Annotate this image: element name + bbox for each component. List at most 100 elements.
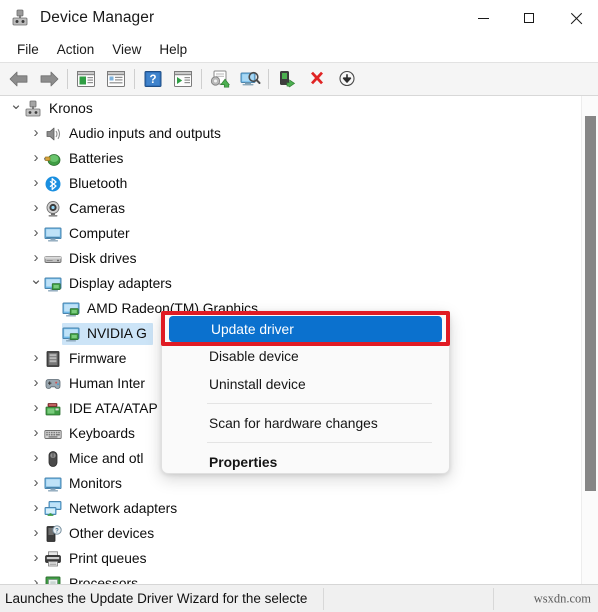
ctx-uninstall-device[interactable]: Uninstall device	[167, 370, 444, 398]
menu-action[interactable]: Action	[48, 39, 104, 60]
tree-row-print-queues[interactable]: Print queues	[0, 546, 578, 571]
chevron-right-icon[interactable]	[28, 546, 44, 571]
tree-row-hit[interactable]: Processors	[44, 573, 144, 584]
tree-row-hit[interactable]: Audio inputs and outputs	[44, 123, 227, 145]
tree-row-processors[interactable]: Processors	[0, 571, 578, 584]
monitor-icon	[44, 225, 62, 243]
window-controls	[460, 0, 598, 36]
chevron-right-icon[interactable]	[28, 246, 44, 271]
mouse-icon	[44, 450, 62, 468]
chevron-right-icon[interactable]	[28, 121, 44, 146]
update-driver-icon[interactable]	[205, 65, 235, 93]
tree-row-hit[interactable]: Print queues	[44, 548, 152, 570]
chevron-down-icon[interactable]	[8, 96, 24, 121]
chevron-right-icon[interactable]	[28, 421, 44, 446]
tree-item-label: Computer	[69, 226, 130, 241]
tree-row-hit[interactable]: ? Other devices	[44, 523, 160, 545]
processor-icon	[44, 575, 62, 584]
help-icon[interactable]: ?	[138, 65, 168, 93]
vertical-scrollbar[interactable]	[581, 96, 598, 584]
tree-row-bluetooth[interactable]: Bluetooth	[0, 171, 578, 196]
chevron-right-icon[interactable]	[28, 496, 44, 521]
chevron-right-icon[interactable]	[28, 171, 44, 196]
enable-device-icon[interactable]	[272, 65, 302, 93]
disable-device-icon[interactable]	[332, 65, 362, 93]
context-menu-separator	[207, 403, 432, 404]
tree-row-hit[interactable]: Computer	[44, 223, 136, 245]
tree-row-hit[interactable]: Display adapters	[44, 273, 178, 295]
tree-row-hit[interactable]: Kronos	[24, 98, 99, 120]
tree-row-hit[interactable]: Batteries	[44, 148, 129, 170]
tree-row-hit[interactable]: Cameras	[44, 198, 131, 220]
disk-drive-icon	[44, 250, 62, 268]
battery-icon	[44, 150, 62, 168]
tree-row-hit[interactable]: Network adapters	[44, 498, 183, 520]
back-icon[interactable]	[4, 65, 34, 93]
tree-row-batteries[interactable]: Batteries	[0, 146, 578, 171]
tree-item-label: Keyboards	[69, 426, 135, 441]
show-hide-console-tree-icon[interactable]	[71, 65, 101, 93]
chevron-right-icon[interactable]	[28, 571, 44, 584]
chevron-right-icon[interactable]	[28, 396, 44, 421]
chevron-right-icon[interactable]	[28, 371, 44, 396]
tree-row-kronos[interactable]: Kronos	[0, 96, 578, 121]
tree-row-hit[interactable]: Firmware	[44, 348, 133, 370]
tree-row-disk-drives[interactable]: Disk drives	[0, 246, 578, 271]
chevron-right-icon[interactable]	[28, 346, 44, 371]
ctx-item-label: Disable device	[209, 348, 299, 364]
menu-bar: File Action View Help	[0, 36, 598, 62]
chevron-right-icon[interactable]	[28, 146, 44, 171]
minimize-button[interactable]	[460, 0, 506, 36]
ctx-disable-device[interactable]: Disable device	[167, 342, 444, 370]
tree-item-label: Human Inter	[69, 376, 145, 391]
show-hide-action-pane-icon[interactable]	[168, 65, 198, 93]
tree-row-hit[interactable]: NVIDIA G	[62, 322, 153, 345]
tree-row-hit[interactable]: Disk drives	[44, 248, 142, 270]
forward-icon[interactable]	[34, 65, 64, 93]
computer-node-icon	[24, 100, 42, 118]
chevron-right-icon[interactable]	[28, 471, 44, 496]
device-manager-window: Device Manager File Action View Help ? ⌄…	[0, 0, 598, 612]
tree-row-network-adapters[interactable]: Network adapters	[0, 496, 578, 521]
tree-row-cameras[interactable]: Cameras	[0, 196, 578, 221]
close-button[interactable]	[552, 0, 598, 36]
tree-row-hit[interactable]: Monitors	[44, 473, 128, 495]
chevron-right-icon[interactable]	[28, 196, 44, 221]
tree-item-label: Display adapters	[69, 276, 172, 291]
tree-row-hit[interactable]: Keyboards	[44, 423, 141, 445]
tree-item-label: Audio inputs and outputs	[69, 126, 221, 141]
bluetooth-icon	[44, 175, 62, 193]
maximize-button[interactable]	[506, 0, 552, 36]
tree-item-label: Other devices	[69, 526, 155, 541]
ide-controller-icon	[44, 400, 62, 418]
unknown-device-icon: ?	[44, 524, 62, 543]
toolbar-separator	[67, 69, 68, 89]
display-adapter-icon	[44, 275, 62, 293]
chevron-right-icon[interactable]	[28, 446, 44, 471]
chevron-right-icon[interactable]	[28, 521, 44, 546]
tree-item-label: Network adapters	[69, 501, 178, 516]
scrollbar-thumb[interactable]	[585, 116, 596, 491]
ctx-scan-hardware[interactable]: Scan for hardware changes	[167, 409, 444, 437]
properties-icon[interactable]	[101, 65, 131, 93]
menu-help[interactable]: Help	[150, 39, 196, 60]
scan-for-hardware-changes-icon[interactable]	[235, 65, 265, 93]
ctx-properties[interactable]: Properties	[167, 448, 444, 476]
tree-row-hit[interactable]: Bluetooth	[44, 173, 133, 195]
tree-row-audio-inputs-and-outputs[interactable]: Audio inputs and outputs	[0, 121, 578, 146]
close-icon	[569, 12, 582, 25]
tree-row-other-devices[interactable]: ? Other devices	[0, 521, 578, 546]
menu-file[interactable]: File	[8, 39, 48, 60]
tree-row-hit[interactable]: IDE ATA/ATAP	[44, 398, 164, 420]
chevron-down-icon[interactable]	[28, 271, 44, 296]
chevron-right-icon[interactable]	[28, 221, 44, 246]
tree-row-computer[interactable]: Computer	[0, 221, 578, 246]
tree-row-hit[interactable]: Mice and otl	[44, 448, 149, 470]
tree-row-display-adapters[interactable]: Display adapters	[0, 271, 578, 296]
tree-row-hit[interactable]: Human Inter	[44, 373, 151, 395]
ctx-update-driver[interactable]: Update driver	[169, 316, 442, 342]
menu-view[interactable]: View	[103, 39, 150, 60]
uninstall-device-icon[interactable]	[302, 65, 332, 93]
toolbar-separator	[268, 69, 269, 89]
tree-item-label: Monitors	[69, 476, 122, 491]
